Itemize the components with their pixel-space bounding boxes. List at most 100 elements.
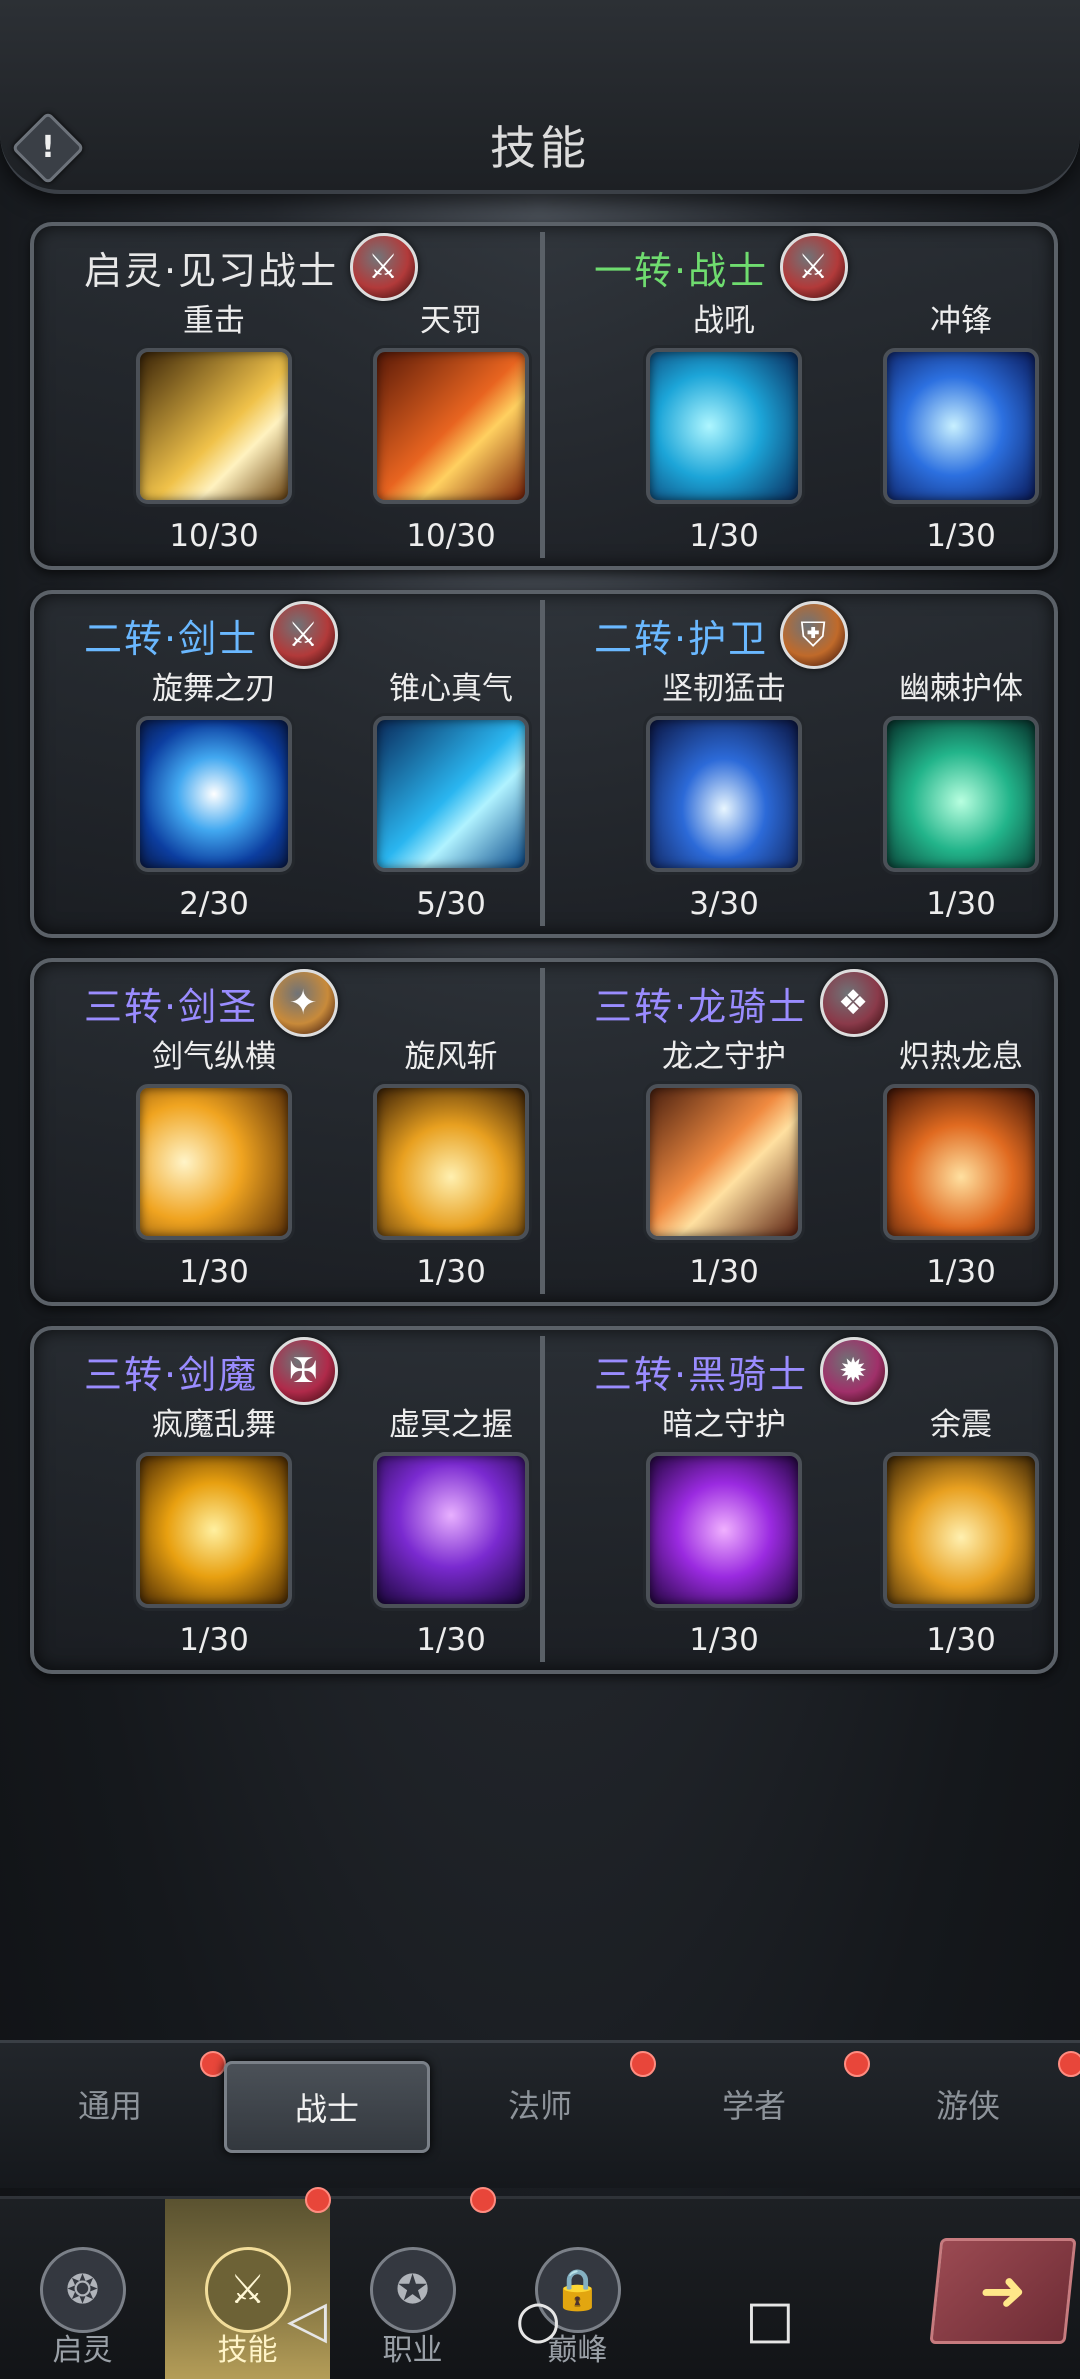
class-section: 三转·龙骑士 ❖ 龙之守护 1/30 炽热龙息 1/30: [544, 962, 1052, 1302]
skill-name: 旋舞之刃: [152, 671, 276, 707]
skill-card[interactable]: 剑气纵横 1/30: [114, 1034, 314, 1290]
tab-4[interactable]: 游侠: [868, 2061, 1068, 2147]
skill-name: 旋风斩: [404, 1039, 498, 1075]
skill-card[interactable]: 冲锋 1/30: [861, 298, 1061, 554]
class-section: 三转·黑骑士 ✹ 暗之守护 1/30 余震 1/30: [544, 1330, 1052, 1670]
skill-level: 1/30: [926, 518, 996, 554]
skill-name: 锥心真气: [389, 671, 513, 707]
skill-icon[interactable]: [373, 348, 529, 504]
skill-icon[interactable]: [136, 348, 292, 504]
system-recents-button[interactable]: □: [740, 2290, 800, 2350]
nav-item-2[interactable]: ✪ 职业: [330, 2199, 495, 2379]
skill-icon[interactable]: [883, 716, 1039, 872]
system-home-button[interactable]: ○: [508, 2290, 568, 2350]
skill-name: 虚冥之握: [389, 1407, 513, 1443]
bottom-navigation: ❂ 启灵 ⚔ 技能 ✪ 职业 🔒 巅峰: [0, 2187, 1080, 2379]
skill-card[interactable]: 疯魔乱舞 1/30: [114, 1402, 314, 1658]
skill-icon[interactable]: [883, 1452, 1039, 1608]
class-section: 三转·剑圣 ✦ 剑气纵横 1/30 旋风斩 1/30: [34, 962, 542, 1302]
skill-level: 1/30: [416, 1254, 486, 1290]
dark-knight-emblem-icon[interactable]: ✹: [820, 1337, 889, 1405]
sword-emblem-icon[interactable]: ⚔: [780, 233, 849, 301]
skill-card[interactable]: 锥心真气 5/30: [351, 666, 551, 922]
skill-level: 1/30: [179, 1622, 249, 1658]
class-title: 三转·黑骑士: [594, 1352, 809, 1397]
skill-card[interactable]: 旋舞之刃 2/30: [114, 666, 314, 922]
class-header: 三转·剑圣 ✦: [84, 968, 339, 1038]
notification-dot: [844, 2051, 870, 2077]
skill-icon[interactable]: [136, 1452, 292, 1608]
tab-0[interactable]: 通用: [10, 2061, 210, 2147]
skill-name: 幽棘护体: [899, 671, 1023, 707]
skill-icon[interactable]: [646, 348, 802, 504]
class-header: 启灵·见习战士 ⚔: [84, 232, 419, 302]
skill-card[interactable]: 暗之守护 1/30: [624, 1402, 824, 1658]
nav-item-3[interactable]: 🔒 巅峰: [495, 2199, 660, 2379]
skill-name: 余震: [930, 1407, 992, 1443]
shield-emblem-icon[interactable]: ⛨: [780, 601, 849, 669]
skill-icon[interactable]: [373, 1452, 529, 1608]
skill-name: 坚韧猛击: [662, 671, 786, 707]
class-title: 一转·战士: [594, 248, 769, 293]
class-title: 三转·剑圣: [84, 984, 259, 1029]
notification-dot: [200, 2051, 226, 2077]
skill-icon[interactable]: [646, 716, 802, 872]
tab-1[interactable]: 战士: [224, 2061, 430, 2153]
skill-panel: 三转·剑魔 ✠ 疯魔乱舞 1/30 虚冥之握 1/30 三转·黑骑士 ✹ 暗之守护 1/30 余震 1…: [30, 1326, 1058, 1674]
skill-name: 暗之守护: [662, 1407, 786, 1443]
skill-icon[interactable]: [646, 1084, 802, 1240]
nav-item-1[interactable]: ⚔ 技能: [165, 2199, 330, 2379]
page-title: 技能: [490, 121, 590, 175]
notification-dot: [630, 2051, 656, 2077]
skill-level: 5/30: [416, 886, 486, 922]
skill-card[interactable]: 天罚 10/30: [351, 298, 551, 554]
system-back-button[interactable]: ◁: [277, 2290, 337, 2350]
nav-label: 启灵: [52, 2333, 113, 2368]
skill-level: 1/30: [689, 518, 759, 554]
skill-icon[interactable]: [373, 716, 529, 872]
skill-card[interactable]: 炽热龙息 1/30: [861, 1034, 1061, 1290]
winged-sword-icon[interactable]: ✦: [270, 969, 339, 1037]
skill-card[interactable]: 坚韧猛击 3/30: [624, 666, 824, 922]
sword-emblem-icon[interactable]: ⚔: [350, 233, 419, 301]
skill-card[interactable]: 余震 1/30: [861, 1402, 1061, 1658]
skill-card[interactable]: 重击 10/30: [114, 298, 314, 554]
spirit-icon: ❂: [39, 2247, 126, 2333]
skill-card[interactable]: 虚冥之握 1/30: [351, 1402, 551, 1658]
next-arrow-button[interactable]: ➜: [929, 2238, 1077, 2344]
tab-label: 通用: [77, 2087, 142, 2125]
skill-card[interactable]: 幽棘护体 1/30: [861, 666, 1061, 922]
nav-item-0[interactable]: ❂ 启灵: [0, 2199, 165, 2379]
notification-dot: [305, 2187, 331, 2213]
tab-label: 战士: [294, 2090, 359, 2128]
skill-icon[interactable]: [373, 1084, 529, 1240]
skill-icon[interactable]: [136, 716, 292, 872]
skill-icon[interactable]: [883, 348, 1039, 504]
class-title: 启灵·见习战士: [84, 248, 339, 293]
skill-card[interactable]: 战吼 1/30: [624, 298, 824, 554]
skill-level: 10/30: [169, 518, 259, 554]
skill-name: 重击: [183, 303, 245, 339]
cross-swords-icon[interactable]: ✠: [270, 1337, 339, 1405]
class-section: 二转·护卫 ⛨ 坚韧猛击 3/30 幽棘护体 1/30: [544, 594, 1052, 934]
notification-dot: [470, 2187, 496, 2213]
skill-panel: 启灵·见习战士 ⚔ 重击 10/30 天罚 10/30 一转·战士 ⚔ 战吼 1/30 冲锋 1/30: [30, 222, 1058, 570]
skill-icon[interactable]: [136, 1084, 292, 1240]
tab-2[interactable]: 法师: [440, 2061, 640, 2147]
arrow-right-icon: ➜: [976, 2258, 1030, 2324]
triple-sword-icon[interactable]: ⚔: [270, 601, 339, 669]
skill-icon[interactable]: [883, 1084, 1039, 1240]
notification-dot: [1058, 2051, 1080, 2077]
skill-card[interactable]: 旋风斩 1/30: [351, 1034, 551, 1290]
tab-3[interactable]: 学者: [654, 2061, 854, 2147]
class-icon: ✪: [369, 2247, 456, 2333]
class-header: 二转·护卫 ⛨: [594, 600, 849, 670]
skill-level: 1/30: [926, 1254, 996, 1290]
skill-name: 战吼: [693, 303, 755, 339]
dragon-emblem-icon[interactable]: ❖: [820, 969, 889, 1037]
class-title: 二转·剑士: [84, 616, 259, 661]
class-header: 三转·龙骑士 ❖: [594, 968, 889, 1038]
skill-icon[interactable]: [646, 1452, 802, 1608]
tab-label: 游侠: [935, 2087, 1000, 2125]
skill-card[interactable]: 龙之守护 1/30: [624, 1034, 824, 1290]
